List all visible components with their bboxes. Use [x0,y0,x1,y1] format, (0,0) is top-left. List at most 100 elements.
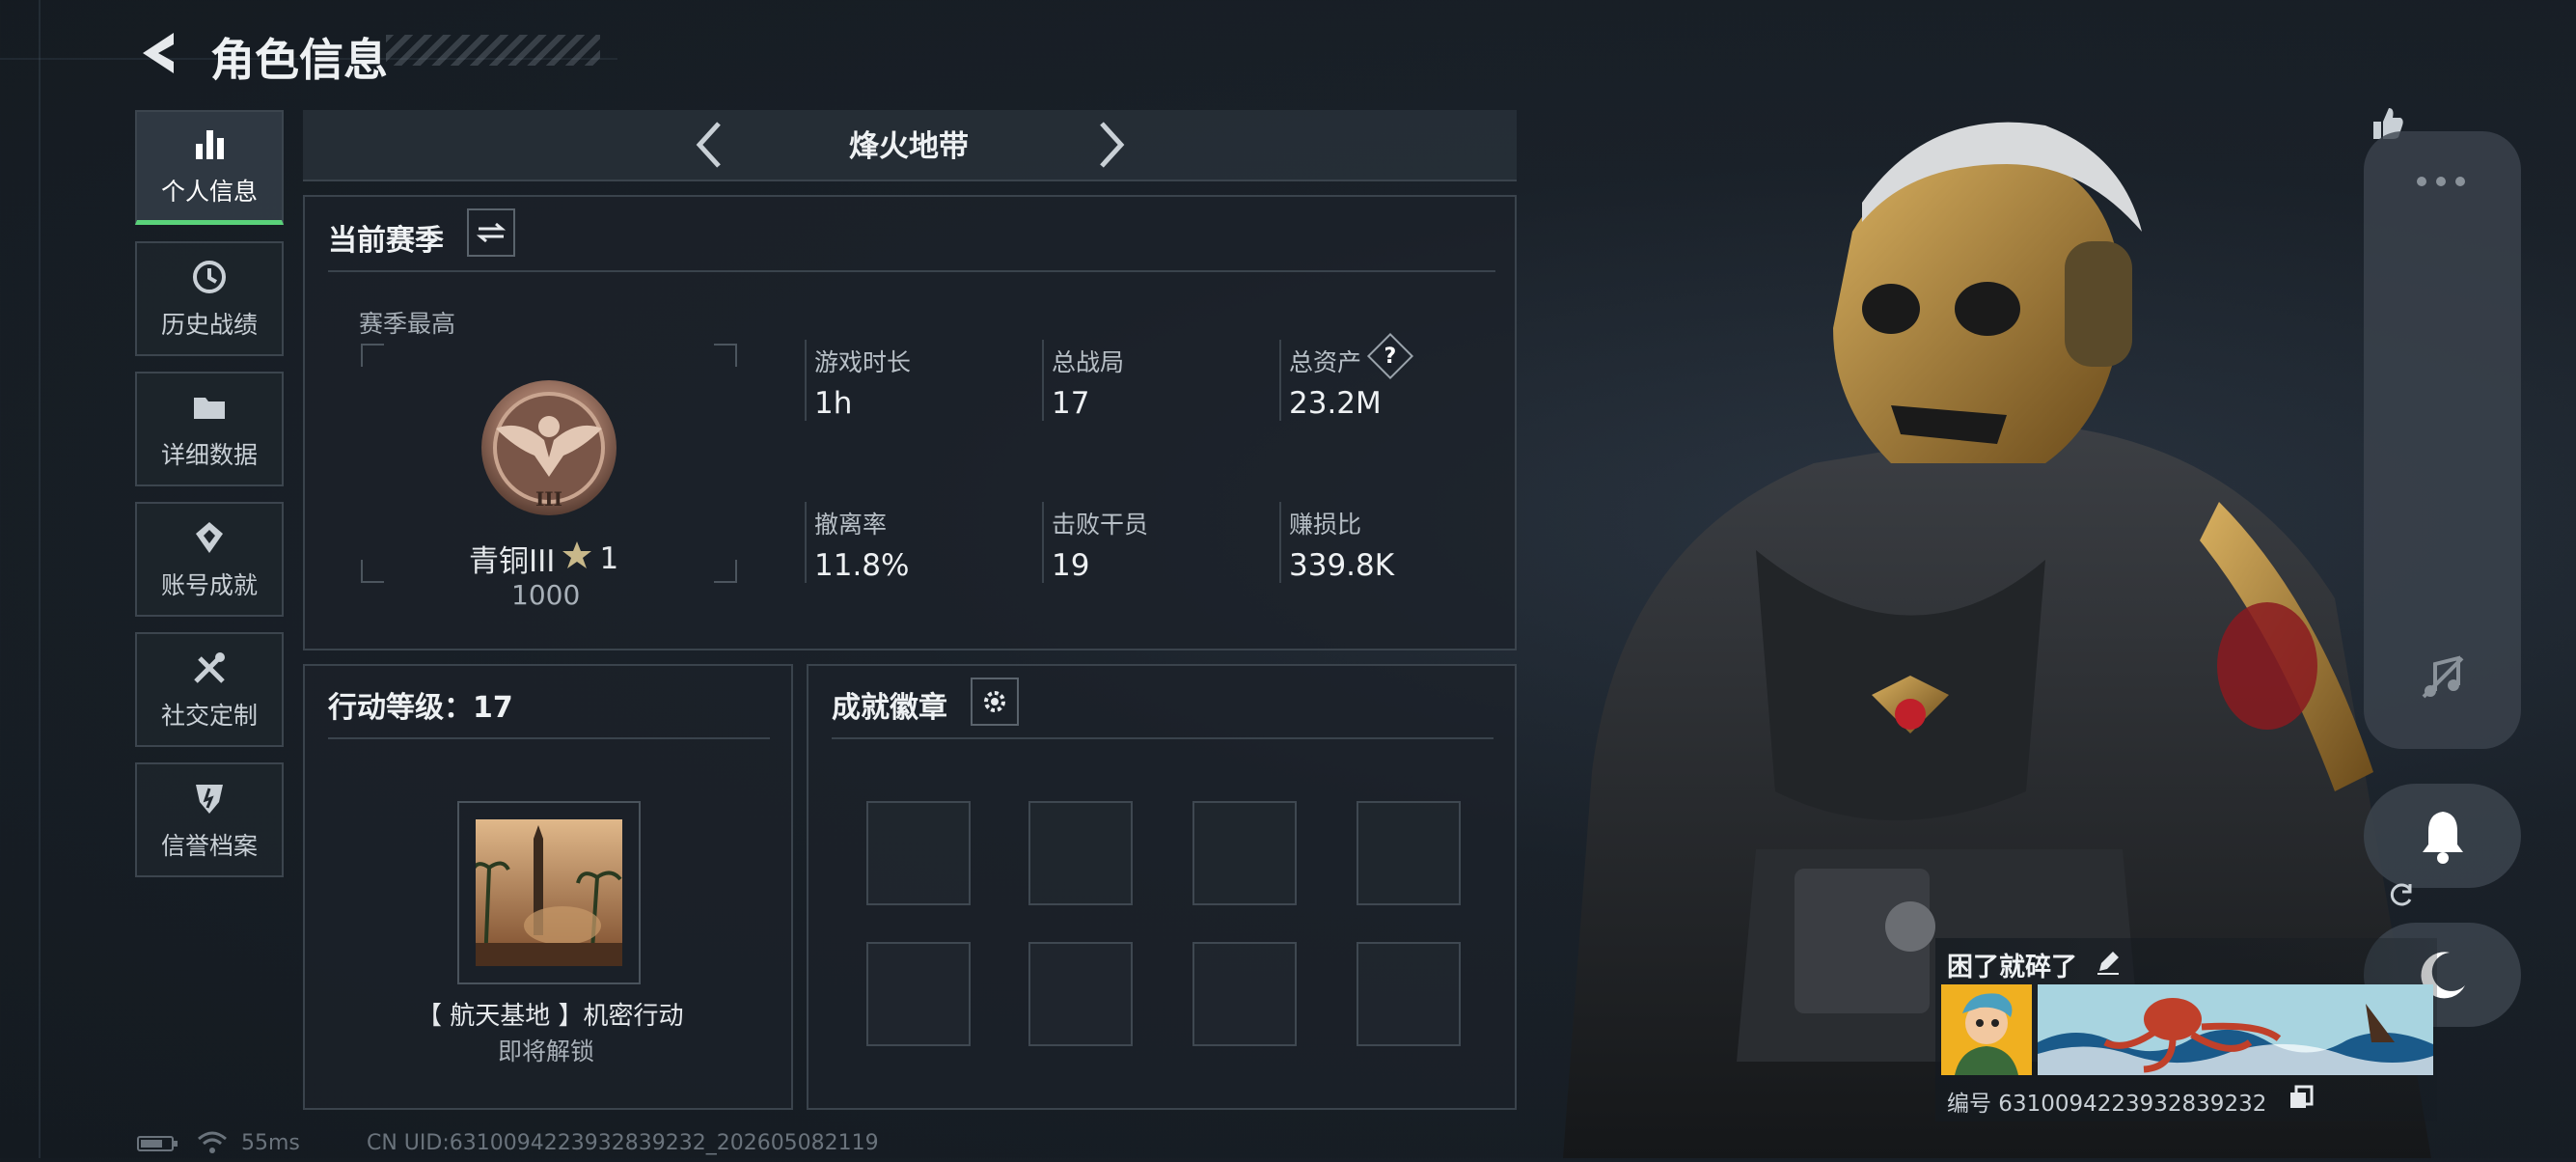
sidebar-item-label: 详细数据 [160,440,258,469]
sidebar-item-label: 社交定制 [160,701,258,730]
frame-corner [361,560,384,583]
back-button[interactable] [135,27,183,80]
rank-stars: 1 [599,540,619,576]
page-title: 角色信息 [210,34,388,86]
sidebar-item-label: 历史战绩 [160,310,258,339]
sidebar-item-reputation[interactable]: 信誉档案 [135,762,284,877]
rank-score: 1000 [511,579,581,611]
sidebar-item-personal-info[interactable]: 个人信息 [135,110,284,225]
more-options-button[interactable] [2412,162,2470,201]
stat-divider [1042,340,1044,421]
battery-icon [137,1135,179,1152]
stat-value-kills: 19 [1052,548,1090,583]
sidebar-item-label: 信誉档案 [160,831,258,860]
stat-divider [805,340,807,421]
profile-id: 编号 6310094223932839232 [1947,1092,2267,1117]
back-arrow-icon [143,33,174,73]
sidebar-item-social[interactable]: 社交定制 [135,632,284,747]
stat-value-profit-ratio: 339.8K [1289,548,1395,583]
tools-icon [190,649,229,687]
copy-icon [2290,1085,2314,1108]
season-switch-button[interactable] [467,208,515,257]
title-decoration [386,35,600,66]
ping-value: 55ms [241,1131,300,1155]
sidebar-item-label: 个人信息 [160,178,258,206]
mission-image [476,819,622,966]
stat-label-kills: 击败干员 [1052,511,1149,539]
divider [328,737,770,739]
badges-title: 成就徽章 [832,691,947,725]
stat-divider [1279,340,1281,421]
season-best-label: 赛季最高 [359,310,456,338]
badge-slot[interactable] [866,801,971,905]
stat-divider [1042,502,1044,583]
help-icon: ? [1384,344,1397,369]
wifi-icon [197,1131,228,1154]
profile-banner[interactable] [2038,984,2433,1075]
badge-slot[interactable] [1028,801,1133,905]
divider [328,270,1495,272]
stat-value-total-assets: 23.2M [1289,386,1382,421]
rank-name: 青铜III [469,544,556,579]
stat-divider [805,502,807,583]
history-icon [190,258,229,296]
sidebar-item-label: 账号成就 [160,570,258,599]
mode-title: 烽火地带 [849,129,969,164]
uid-text: CN UID:6310094223932839232_202605082119 [367,1131,879,1155]
chevron-right-icon [1100,122,1125,168]
copy-id-button[interactable] [2288,1085,2314,1110]
stat-divider [1279,502,1281,583]
rank-line: 青铜III 1 [469,537,618,580]
badge-slot[interactable] [1192,801,1297,905]
avatar[interactable] [1941,984,2032,1075]
badge-slot[interactable] [1357,942,1461,1046]
edit-name-button[interactable] [2094,948,2123,977]
bar-chart-icon [190,124,229,163]
badges-settings-button[interactable] [971,678,1019,726]
folder-icon [190,388,229,427]
sidebar-item-achievements[interactable]: 账号成就 [135,502,284,617]
achievement-icon [190,518,229,557]
sidebar-item-history[interactable]: 历史战绩 [135,241,284,356]
stat-value-play-time: 1h [814,386,853,421]
frame-corner [714,560,737,583]
music-off-icon [2422,655,2464,699]
svg-text:III: III [535,487,562,511]
badge-slot[interactable] [1357,801,1461,905]
frame-corner [361,344,384,367]
stat-label-profit-ratio: 赚损比 [1289,511,1362,539]
season-title: 当前赛季 [328,224,444,258]
more-icon [2417,177,2465,186]
next-mode-button[interactable] [1092,118,1131,172]
mission-name: 【 航天基地 】机密行动 [417,1002,684,1031]
badge-slot[interactable] [1192,942,1297,1046]
stat-label-total-assets: 总资产 [1289,348,1362,376]
stat-value-total-matches: 17 [1052,386,1090,421]
stat-label-play-time: 游戏时长 [814,348,912,376]
edit-icon [2097,952,2119,975]
badge-slot[interactable] [866,942,971,1046]
shield-icon [190,779,229,817]
divider [832,737,1494,739]
star-icon [561,539,593,579]
frame-corner [714,344,737,367]
swap-icon [477,222,506,243]
mission-status: 即将解锁 [498,1038,595,1065]
bell-icon [2422,812,2463,864]
stat-value-extraction-rate: 11.8% [814,548,910,583]
profile-nickname: 困了就碎了 [1947,953,2077,982]
rotate-icon[interactable] [2387,880,2416,909]
chevron-left-icon [696,122,721,168]
rank-emblem: III [477,371,621,523]
mission-thumbnail[interactable] [457,801,641,984]
badge-slot[interactable] [1028,942,1133,1046]
bg-grid-line [39,0,41,1158]
notification-button[interactable] [2364,784,2521,888]
stat-label-extraction-rate: 撤离率 [814,511,888,539]
prev-mode-button[interactable] [690,118,728,172]
sidebar-item-detailed-data[interactable]: 详细数据 [135,372,284,486]
gear-icon [984,691,1005,712]
stat-label-total-matches: 总战局 [1052,348,1125,376]
action-level-title: 行动等级：17 [328,691,513,725]
music-off-button[interactable] [2418,652,2468,703]
